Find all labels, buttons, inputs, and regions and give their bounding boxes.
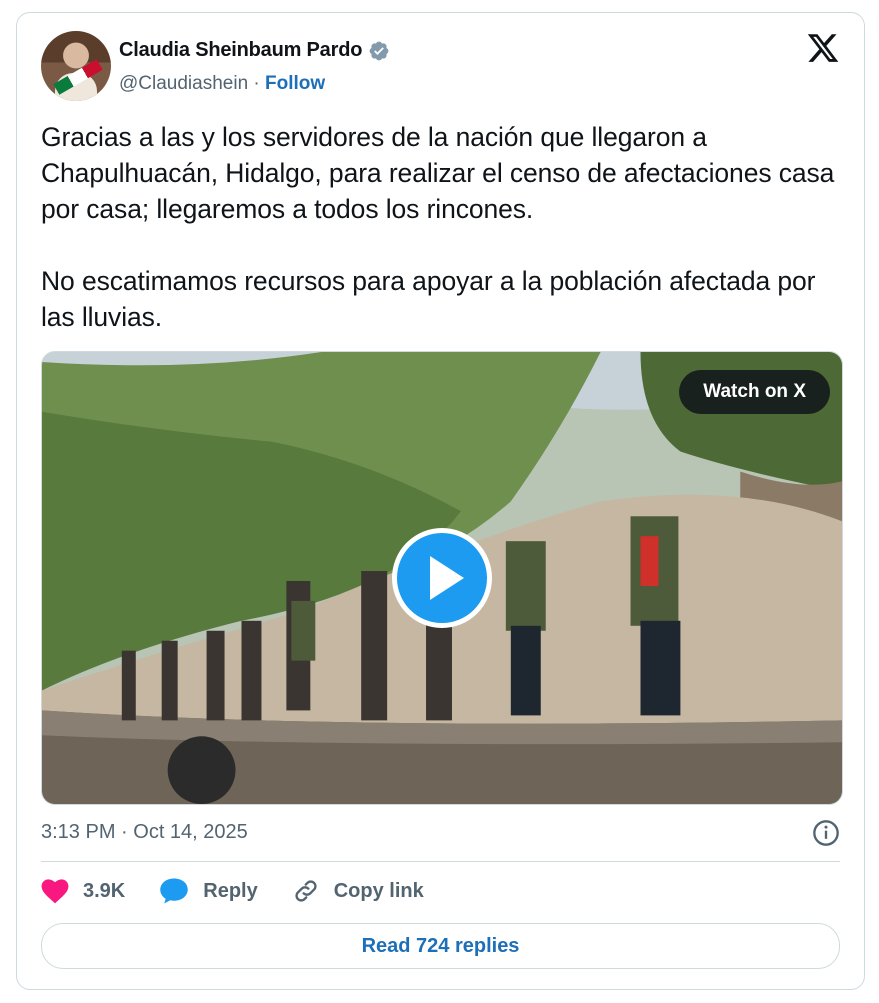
- heart-icon: [41, 879, 69, 904]
- watch-on-x-button[interactable]: Watch on X: [679, 370, 830, 414]
- copy-link-label: Copy link: [333, 879, 424, 902]
- link-icon: [295, 880, 317, 902]
- reply-bubble-icon: [160, 878, 188, 904]
- play-icon: [430, 556, 464, 600]
- timestamp[interactable]: 3:13 PM · Oct 14, 2025: [41, 821, 248, 844]
- x-logo-icon[interactable]: [806, 31, 840, 65]
- divider: [41, 861, 840, 862]
- read-replies-button[interactable]: Read 724 replies: [41, 923, 840, 969]
- play-button[interactable]: [392, 528, 492, 628]
- video-player[interactable]: Watch on X: [41, 351, 843, 805]
- action-bar: 3.9K Reply Copy link: [41, 877, 458, 905]
- author-handle-row: @Claudiashein · Follow: [119, 73, 325, 95]
- reply-label: Reply: [203, 879, 258, 902]
- tweet-paragraph: Gracias a las y los servidores de la nac…: [41, 122, 835, 224]
- tweet-text: Gracias a las y los servidores de la nac…: [41, 119, 841, 335]
- author-handle[interactable]: @Claudiashein: [119, 73, 248, 94]
- follow-button[interactable]: Follow: [265, 73, 325, 94]
- verified-badge-icon: [369, 41, 389, 60]
- author-name[interactable]: Claudia Sheinbaum Pardo: [119, 39, 362, 62]
- tweet-card: Claudia Sheinbaum Pardo @Claudiashein · …: [16, 12, 865, 990]
- author-name-row: Claudia Sheinbaum Pardo: [119, 39, 390, 62]
- separator: ·: [253, 73, 260, 94]
- like-count: 3.9K: [83, 879, 126, 902]
- like-button[interactable]: 3.9K: [41, 878, 125, 904]
- avatar[interactable]: [41, 31, 111, 101]
- info-icon[interactable]: [812, 819, 840, 847]
- copy-link-button[interactable]: Copy link: [292, 877, 424, 905]
- tweet-paragraph: No escatimamos recursos para apoyar a la…: [41, 266, 816, 332]
- reply-button[interactable]: Reply: [159, 877, 258, 905]
